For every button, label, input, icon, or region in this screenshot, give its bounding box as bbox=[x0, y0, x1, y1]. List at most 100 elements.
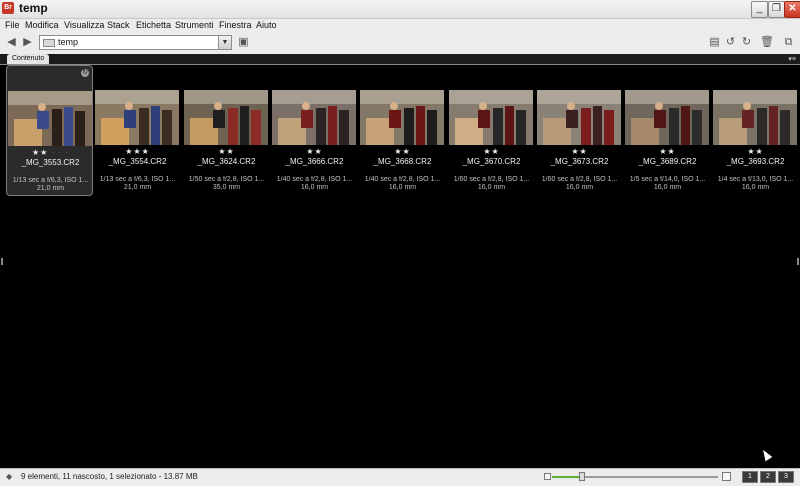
slider-fill bbox=[552, 476, 582, 478]
left-resize-handle[interactable] bbox=[1, 258, 3, 265]
rotate-right-icon[interactable]: ↻ bbox=[740, 36, 753, 49]
thumbnail-filename: _MG_3673.CR2 bbox=[550, 157, 609, 166]
thumbnail-exposure: 1/50 sec a f/2,8, ISO 1... bbox=[188, 176, 265, 183]
thumbnail-focal-length: 21,0 mm bbox=[123, 184, 152, 191]
thumbnail-focal-length: 16,0 mm bbox=[388, 184, 417, 191]
thumbnail-item[interactable]: ★★ _MG_3673.CR2 1/60 sec a f/2,8, ISO 1...… bbox=[536, 65, 623, 196]
rotate-badge-icon[interactable]: ↻ bbox=[81, 69, 89, 77]
thumbnail-item[interactable]: ★★★ _MG_3554.CR2 1/13 sec a f/6,3, ISO 1..… bbox=[94, 65, 181, 196]
open-camera-raw-icon[interactable]: ▤ bbox=[708, 36, 721, 49]
star-rating[interactable]: ★★ bbox=[183, 147, 270, 156]
view-list-button[interactable]: 3 bbox=[778, 471, 794, 483]
menu-strumenti[interactable]: Strumenti bbox=[175, 20, 214, 30]
right-resize-handle[interactable] bbox=[797, 258, 799, 265]
menu-file[interactable]: File bbox=[5, 20, 20, 30]
thumbnail-exposure: 1/4 sec a f/13,0, ISO 1... bbox=[717, 176, 794, 183]
restore-button[interactable]: ❐ bbox=[768, 1, 785, 18]
thumbnail-size-slider[interactable] bbox=[552, 472, 718, 481]
thumbnail-filename: _MG_3689.CR2 bbox=[638, 157, 697, 166]
minimize-button[interactable]: _ bbox=[751, 1, 768, 18]
compact-mode-icon[interactable]: ⧉ bbox=[782, 36, 795, 49]
thumbnail-exposure: 1/60 sec a f/2,8, ISO 1... bbox=[453, 176, 530, 183]
thumbnail-focal-length: 16,0 mm bbox=[565, 184, 594, 191]
star-rating[interactable]: ★★ bbox=[536, 147, 623, 156]
trash-icon[interactable]: 🗑 bbox=[760, 36, 774, 49]
star-rating[interactable]: ★★ bbox=[359, 147, 446, 156]
thumbnail-focal-length: 16,0 mm bbox=[653, 184, 682, 191]
rating-stars: ★★ bbox=[659, 147, 676, 156]
close-button[interactable]: ✕ bbox=[784, 1, 800, 18]
thumbnail-exposure: 1/40 sec a f/2,8, ISO 1... bbox=[364, 176, 441, 183]
thumbnail-exposure: 1/60 sec a f/2,8, ISO 1... bbox=[541, 176, 618, 183]
window-title: temp bbox=[19, 1, 48, 15]
thumbnail-filename: _MG_3554.CR2 bbox=[108, 157, 167, 166]
thumbnail-photo bbox=[95, 90, 179, 145]
thumbnail-exposure: 1/40 sec a f/2,8, ISO 1... bbox=[276, 176, 353, 183]
thumbnail-item[interactable]: ★★ _MG_3668.CR2 1/40 sec a f/2,8, ISO 1...… bbox=[359, 65, 446, 196]
content-panel: ↻ ★★ · · · _MG_3553.CR2 1/13 sec a f/6,3, I… bbox=[0, 65, 800, 468]
star-rating[interactable]: ★★ bbox=[712, 147, 799, 156]
thumbnail-focal-length: 16,0 mm bbox=[300, 184, 329, 191]
thumbnail-focal-length: 16,0 mm bbox=[477, 184, 506, 191]
zoom-large-icon[interactable] bbox=[722, 472, 731, 481]
thumbnail-item[interactable]: ★★ _MG_3624.CR2 1/50 sec a f/2,8, ISO 1...… bbox=[183, 65, 270, 196]
rating-stars: ★★ bbox=[306, 147, 323, 156]
star-rating[interactable]: ★★ · · · bbox=[7, 148, 94, 157]
thumbnail-item[interactable]: ★★ _MG_3666.CR2 1/40 sec a f/2,8, ISO 1...… bbox=[271, 65, 358, 196]
view-grid-button[interactable]: 1 bbox=[742, 471, 758, 483]
thumbnail-photo bbox=[713, 90, 797, 145]
star-rating[interactable]: ★★ bbox=[271, 147, 358, 156]
zoom-small-icon[interactable] bbox=[544, 473, 551, 480]
folder-icon bbox=[43, 39, 55, 47]
thumbnail-exposure: 1/13 sec a f/6,3, ISO 1... bbox=[99, 176, 176, 183]
thumbnail-photo bbox=[537, 90, 621, 145]
thumbnail-photo bbox=[625, 90, 709, 145]
star-rating[interactable]: ★★ bbox=[624, 147, 711, 156]
star-rating[interactable]: ★★★ bbox=[94, 147, 181, 156]
path-text: temp bbox=[58, 37, 79, 47]
menu-bar: File Modifica Visualizza Stack Etichetta… bbox=[0, 19, 800, 32]
menu-aiuto[interactable]: Aiuto bbox=[256, 20, 277, 30]
filter-toggle-icon[interactable]: ◆ bbox=[6, 472, 12, 481]
menu-visualizza[interactable]: Visualizza bbox=[64, 20, 104, 30]
app-icon: Br bbox=[2, 2, 14, 14]
menu-stack[interactable]: Stack bbox=[107, 20, 130, 30]
thumbnail-filename: _MG_3668.CR2 bbox=[373, 157, 432, 166]
thumbnail-focal-length: 16,0 mm bbox=[741, 184, 770, 191]
thumbnail-item[interactable]: ★★ _MG_3693.CR2 1/4 sec a f/13,0, ISO 1...… bbox=[712, 65, 799, 196]
tab-contenuto[interactable]: Contenuto bbox=[7, 54, 50, 64]
menu-modifica[interactable]: Modifica bbox=[25, 20, 59, 30]
thumbnail-filename: _MG_3553.CR2 bbox=[21, 158, 80, 167]
back-arrow-icon[interactable]: ◀ bbox=[5, 36, 18, 49]
toolbar: ◀ ▶ temp ▼ ▣ ▤ ↺ ↻ 🗑 ⧉ bbox=[0, 32, 800, 55]
forward-arrow-icon[interactable]: ▶ bbox=[21, 36, 34, 49]
star-rating[interactable]: ★★ bbox=[448, 147, 535, 156]
panel-menu-icon[interactable]: ▾≡ bbox=[788, 55, 796, 63]
rotate-left-icon[interactable]: ↺ bbox=[724, 36, 737, 49]
thumbnail-focal-length: 35,0 mm bbox=[212, 184, 241, 191]
rating-stars: ★★ bbox=[218, 147, 235, 156]
thumbnail-item[interactable]: ★★ _MG_3689.CR2 1/5 sec a f/14,0, ISO 1...… bbox=[624, 65, 711, 196]
menu-finestra[interactable]: Finestra bbox=[219, 20, 252, 30]
rating-empty-dots: · · · bbox=[51, 148, 69, 157]
slider-knob[interactable] bbox=[579, 472, 585, 481]
thumbnail-filename: _MG_3624.CR2 bbox=[197, 157, 256, 166]
thumbnail-photo bbox=[272, 90, 356, 145]
view-details-button[interactable]: 2 bbox=[760, 471, 776, 483]
thumbnail-item[interactable]: ★★ _MG_3670.CR2 1/60 sec a f/2,8, ISO 1...… bbox=[448, 65, 535, 196]
rating-stars: ★★ bbox=[394, 147, 411, 156]
chevron-down-icon[interactable]: ▼ bbox=[218, 36, 231, 49]
thumbnail-photo bbox=[184, 90, 268, 145]
recent-folders-icon[interactable]: ▣ bbox=[237, 36, 250, 49]
rating-stars: ★★ bbox=[571, 147, 588, 156]
thumbnail-item[interactable]: ↻ ★★ · · · _MG_3553.CR2 1/13 sec a f/6,3, I… bbox=[6, 65, 93, 196]
menu-etichetta[interactable]: Etichetta bbox=[136, 20, 171, 30]
thumbnail-photo bbox=[8, 91, 92, 146]
path-selector[interactable]: temp ▼ bbox=[39, 35, 232, 50]
rating-stars: ★★ bbox=[31, 148, 49, 157]
rating-stars: ★★★ bbox=[125, 147, 150, 156]
thumbnail-exposure: 1/5 sec a f/14,0, ISO 1... bbox=[629, 176, 706, 183]
thumbnail-photo bbox=[449, 90, 533, 145]
thumbnail-photo bbox=[360, 90, 444, 145]
rating-stars: ★★ bbox=[483, 147, 500, 156]
